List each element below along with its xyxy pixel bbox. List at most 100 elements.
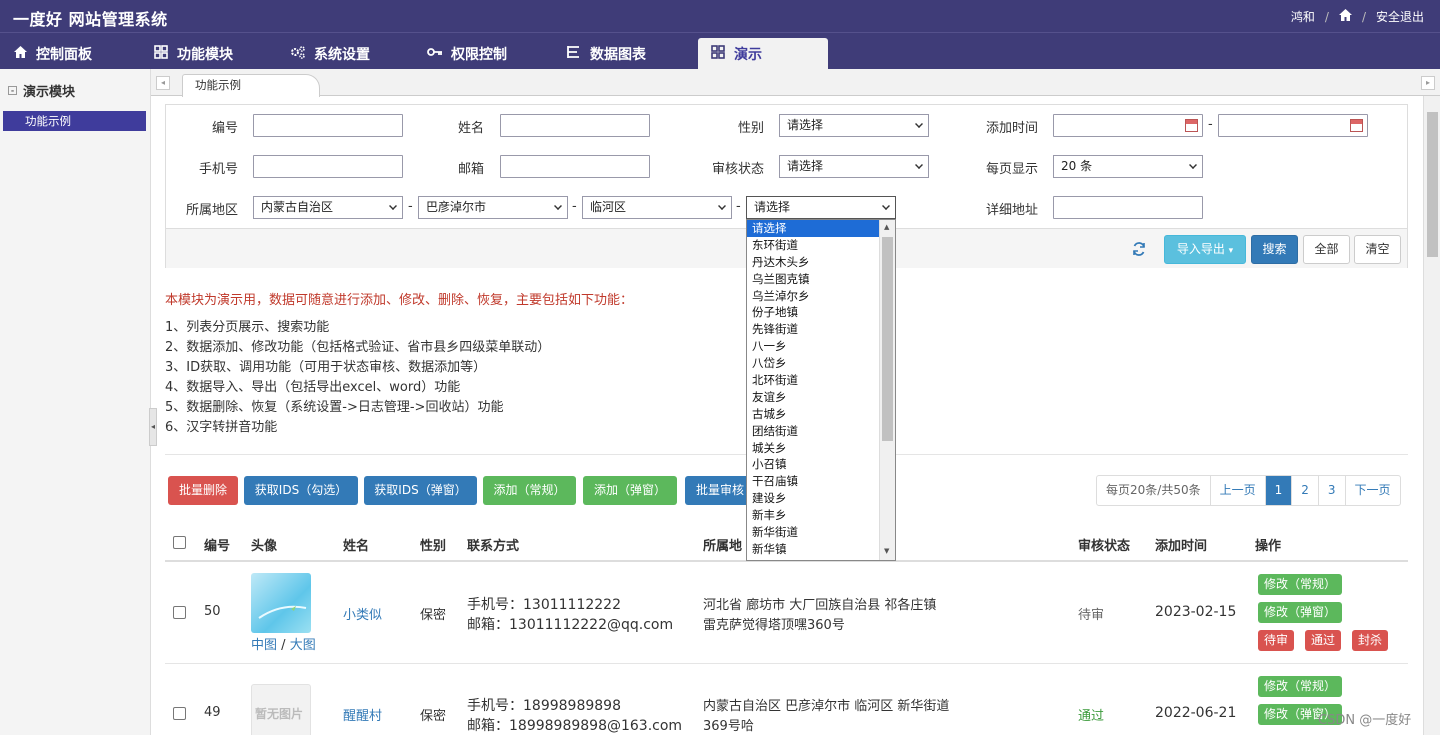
- dropdown-option[interactable]: 新丰乡: [747, 507, 879, 524]
- pager-next[interactable]: 下一页: [1346, 476, 1400, 505]
- sidebar-section-header[interactable]: - 演示模块: [8, 81, 75, 100]
- tab-label: 演示: [734, 47, 762, 63]
- tab-demo[interactable]: 演示: [698, 38, 828, 70]
- id-input[interactable]: [253, 114, 403, 137]
- tab-permissions[interactable]: 权限控制: [415, 38, 547, 70]
- sidebar-item-demo[interactable]: 功能示例: [3, 111, 146, 131]
- refresh-icon[interactable]: [1132, 242, 1146, 260]
- city-select[interactable]: 巴彦淖尔市: [418, 196, 568, 219]
- phone-input[interactable]: [253, 155, 403, 178]
- dropdown-scrollbar[interactable]: ▲ ▼: [879, 220, 895, 560]
- row-id: 49: [204, 705, 221, 720]
- tab-dashboard[interactable]: 控制面板: [0, 38, 132, 70]
- ban-button[interactable]: 封杀: [1352, 630, 1388, 651]
- pager-page-2[interactable]: 2: [1292, 476, 1319, 505]
- dropdown-option[interactable]: 东环街道: [747, 237, 879, 254]
- row-name-link[interactable]: 醒醒村: [343, 705, 382, 724]
- avatar-placeholder[interactable]: 暂无图片: [251, 684, 311, 735]
- end-date-input[interactable]: [1218, 114, 1368, 137]
- province-select[interactable]: 内蒙古自治区: [253, 196, 403, 219]
- row-checkbox[interactable]: [173, 707, 186, 720]
- audit-select[interactable]: 请选择: [779, 155, 929, 178]
- address-input[interactable]: [1053, 196, 1203, 219]
- dropdown-option[interactable]: 乌兰图克镇: [747, 271, 879, 288]
- dropdown-option[interactable]: 先锋街道: [747, 321, 879, 338]
- page-scrollbar[interactable]: [1423, 96, 1440, 735]
- start-date-input[interactable]: [1053, 114, 1203, 137]
- dropdown-option[interactable]: 干召庙镇: [747, 473, 879, 490]
- page-tab-demo[interactable]: 功能示例: [182, 74, 320, 97]
- dropdown-option[interactable]: 请选择: [747, 220, 879, 237]
- tab-charts[interactable]: 数据图表: [554, 38, 686, 70]
- row-gender: 保密: [420, 709, 447, 724]
- approve-button[interactable]: 通过: [1305, 630, 1341, 651]
- page-scroll-thumb[interactable]: [1427, 112, 1438, 257]
- col-id: 编号: [204, 539, 231, 554]
- town-dropdown-list[interactable]: 请选择 东环街道 丹达木头乡 乌兰图克镇 乌兰淖尔乡 份子地镇 先锋街道 八一乡 八岱乡 北环街道…: [746, 219, 896, 561]
- feature-line: 4、数据导入、导出（包括导出excel、word）功能: [165, 380, 461, 395]
- dropdown-option[interactable]: 份子地镇: [747, 304, 879, 321]
- logout-link[interactable]: 安全退出: [1376, 8, 1424, 25]
- region-dash: -: [572, 199, 577, 214]
- calendar-icon[interactable]: [1185, 119, 1198, 132]
- dropdown-option[interactable]: 城关乡: [747, 440, 879, 457]
- user-link[interactable]: 鸿和: [1291, 8, 1315, 25]
- scroll-up-icon[interactable]: ▲: [884, 223, 889, 231]
- add-normal-button[interactable]: 添加（常规）: [483, 476, 576, 505]
- pending-button[interactable]: 待审: [1258, 630, 1294, 651]
- get-ids-check-button[interactable]: 获取IDS（勾选）: [244, 476, 358, 505]
- dropdown-option[interactable]: 古城乡: [747, 406, 879, 423]
- row-checkbox[interactable]: [173, 606, 186, 619]
- pager-page-1[interactable]: 1: [1265, 476, 1293, 505]
- dropdown-option[interactable]: 八一乡: [747, 338, 879, 355]
- tab-scroll-right-icon[interactable]: ▸: [1421, 76, 1435, 90]
- tab-label: 权限控制: [451, 47, 507, 63]
- dropdown-option[interactable]: 新华镇: [747, 541, 879, 558]
- edit-normal-button[interactable]: 修改（常规）: [1258, 676, 1342, 697]
- dropdown-option[interactable]: 友谊乡: [747, 389, 879, 406]
- select-all-checkbox[interactable]: [173, 536, 186, 549]
- app-title: 一度好 网站管理系统: [13, 10, 168, 29]
- district-select[interactable]: 临河区: [582, 196, 732, 219]
- pager-prev[interactable]: 上一页: [1211, 476, 1266, 505]
- tab-settings[interactable]: 系统设置: [278, 38, 410, 70]
- large-image-link[interactable]: 大图: [290, 638, 316, 653]
- dropdown-option[interactable]: 新华街道: [747, 524, 879, 541]
- town-select[interactable]: 请选择: [746, 196, 896, 219]
- name-input[interactable]: [500, 114, 650, 137]
- home-icon[interactable]: [1338, 9, 1352, 24]
- scroll-down-icon[interactable]: ▼: [884, 547, 889, 555]
- batch-delete-button[interactable]: 批量删除: [168, 476, 238, 505]
- clear-button[interactable]: 清空: [1354, 235, 1401, 264]
- dropdown-option[interactable]: 丹达木头乡: [747, 254, 879, 271]
- dropdown-option[interactable]: 八岱乡: [747, 355, 879, 372]
- dropdown-option[interactable]: 小召镇: [747, 456, 879, 473]
- calendar-icon[interactable]: [1350, 119, 1363, 132]
- tab-scroll-left-icon[interactable]: ◂: [156, 76, 170, 90]
- feature-line: 3、ID获取、调用功能（可用于状态审核、数据添加等）: [165, 360, 487, 375]
- pager-page-3[interactable]: 3: [1319, 476, 1346, 505]
- sidebar-collapse-handle[interactable]: ◂: [149, 408, 157, 446]
- per-page-select[interactable]: 20 条: [1053, 155, 1203, 178]
- search-button[interactable]: 搜索: [1251, 235, 1298, 264]
- tab-modules[interactable]: 功能模块: [141, 38, 273, 70]
- dropdown-option[interactable]: 团结街道: [747, 423, 879, 440]
- email-input[interactable]: [500, 155, 650, 178]
- edit-popup-button[interactable]: 修改（弹窗）: [1258, 602, 1342, 623]
- dropdown-option[interactable]: 乌兰淖尔乡: [747, 288, 879, 305]
- batch-audit-button[interactable]: 批量审核: [685, 476, 755, 505]
- medium-image-link[interactable]: 中图: [251, 638, 277, 653]
- get-ids-popup-button[interactable]: 获取IDS（弹窗）: [364, 476, 477, 505]
- dropdown-option[interactable]: 北环街道: [747, 372, 879, 389]
- import-export-button[interactable]: 导入导出 ▾: [1164, 235, 1246, 264]
- avatar-image[interactable]: [251, 573, 311, 633]
- dropdown-option[interactable]: 建设乡: [747, 490, 879, 507]
- add-popup-button[interactable]: 添加（弹窗）: [583, 476, 677, 505]
- dropdown-scroll-thumb[interactable]: [882, 237, 893, 441]
- edit-normal-button[interactable]: 修改（常规）: [1258, 574, 1342, 595]
- gender-select[interactable]: 请选择: [779, 114, 929, 137]
- grid-icon: [710, 45, 726, 63]
- feature-line: 2、数据添加、修改功能（包括格式验证、省市县乡四级菜单联动）: [165, 340, 551, 355]
- show-all-button[interactable]: 全部: [1303, 235, 1350, 264]
- row-name-link[interactable]: 小类似: [343, 604, 382, 623]
